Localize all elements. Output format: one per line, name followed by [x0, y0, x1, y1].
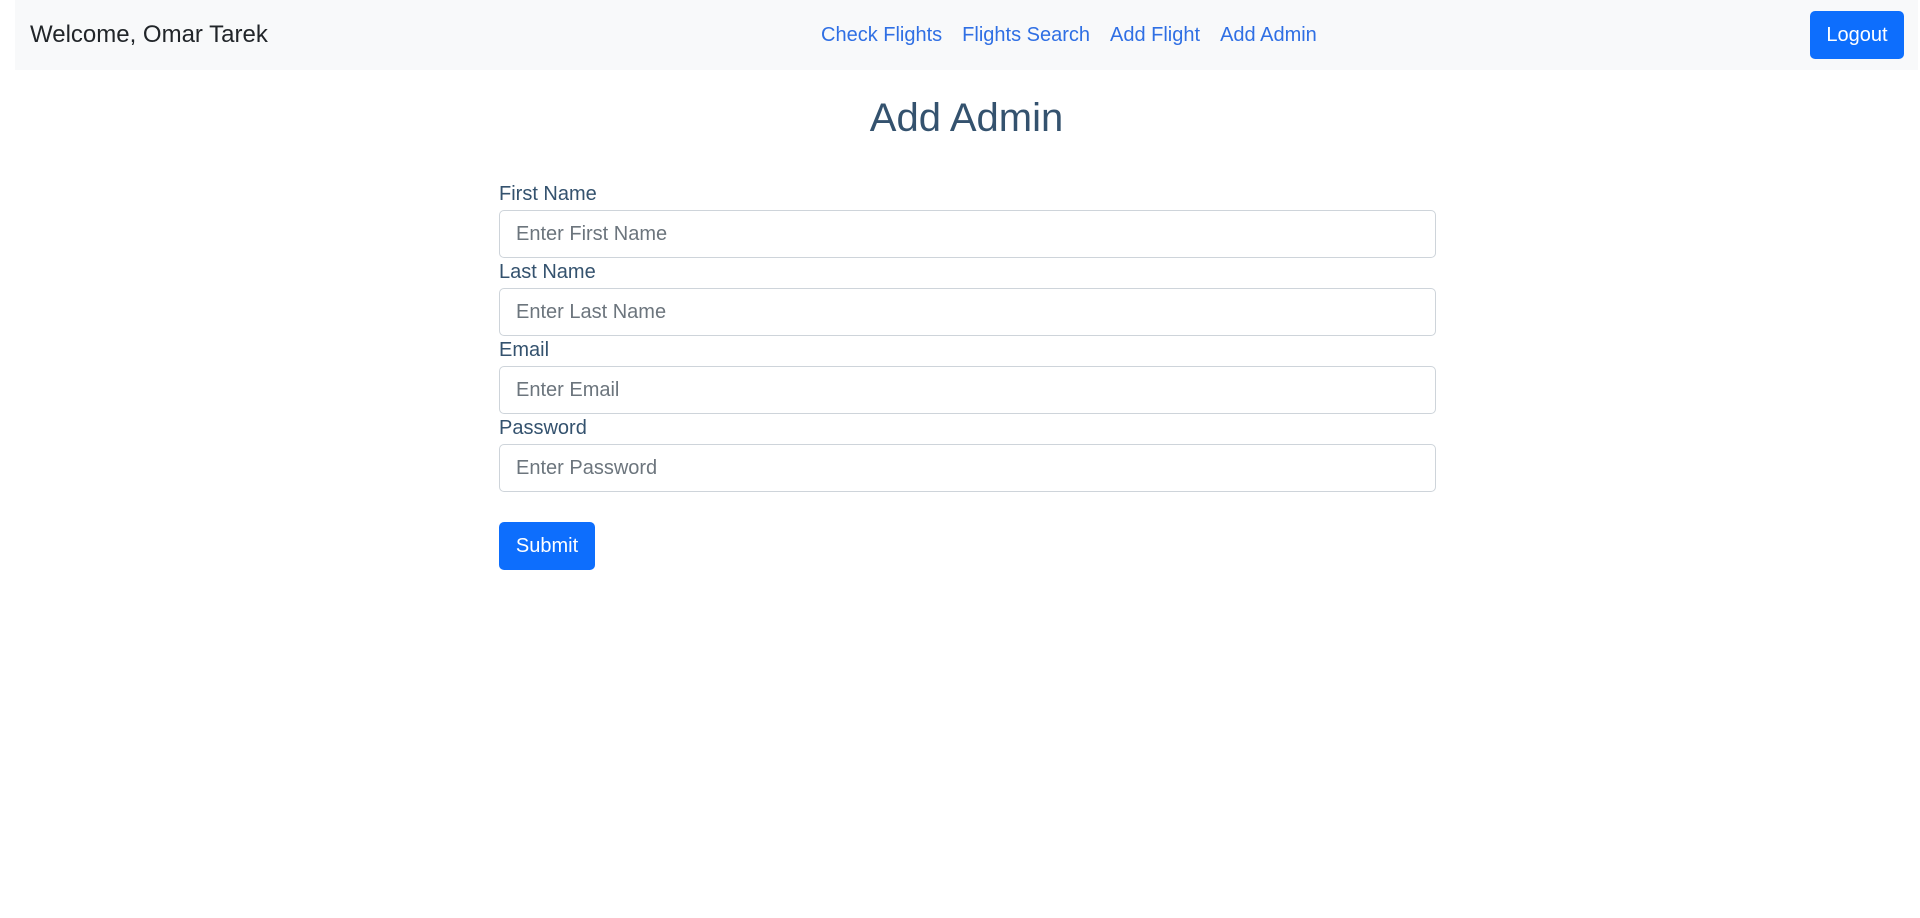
first-name-label: First Name	[499, 183, 597, 205]
nav-link-add-admin[interactable]: Add Admin	[1220, 24, 1317, 47]
email-group: Email	[499, 336, 1436, 414]
password-input[interactable]	[499, 444, 1436, 492]
add-admin-form: First Name Last Name Email Password Subm…	[499, 180, 1436, 570]
nav-link-flights-search[interactable]: Flights Search	[962, 24, 1090, 47]
nav-links: Check Flights Flights Search Add Flight …	[811, 0, 1327, 70]
page-title: Add Admin	[869, 96, 1064, 140]
welcome-text: Welcome, Omar Tarek	[30, 21, 268, 48]
email-label: Email	[499, 339, 550, 361]
logout-button[interactable]: Logout	[1810, 11, 1904, 59]
nav-link-add-flight[interactable]: Add Flight	[1110, 24, 1200, 47]
last-name-input[interactable]	[499, 288, 1436, 336]
last-name-group: Last Name	[499, 258, 1436, 336]
email-input[interactable]	[499, 366, 1436, 414]
first-name-group: First Name	[499, 180, 1436, 258]
navbar: Welcome, Omar Tarek Check Flights Flight…	[15, 0, 1918, 70]
password-group: Password	[499, 414, 1436, 492]
nav-link-check-flights[interactable]: Check Flights	[821, 24, 942, 47]
first-name-input[interactable]	[499, 210, 1436, 258]
last-name-label: Last Name	[499, 261, 596, 283]
password-label: Password	[499, 417, 587, 439]
submit-button[interactable]: Submit	[499, 522, 595, 570]
